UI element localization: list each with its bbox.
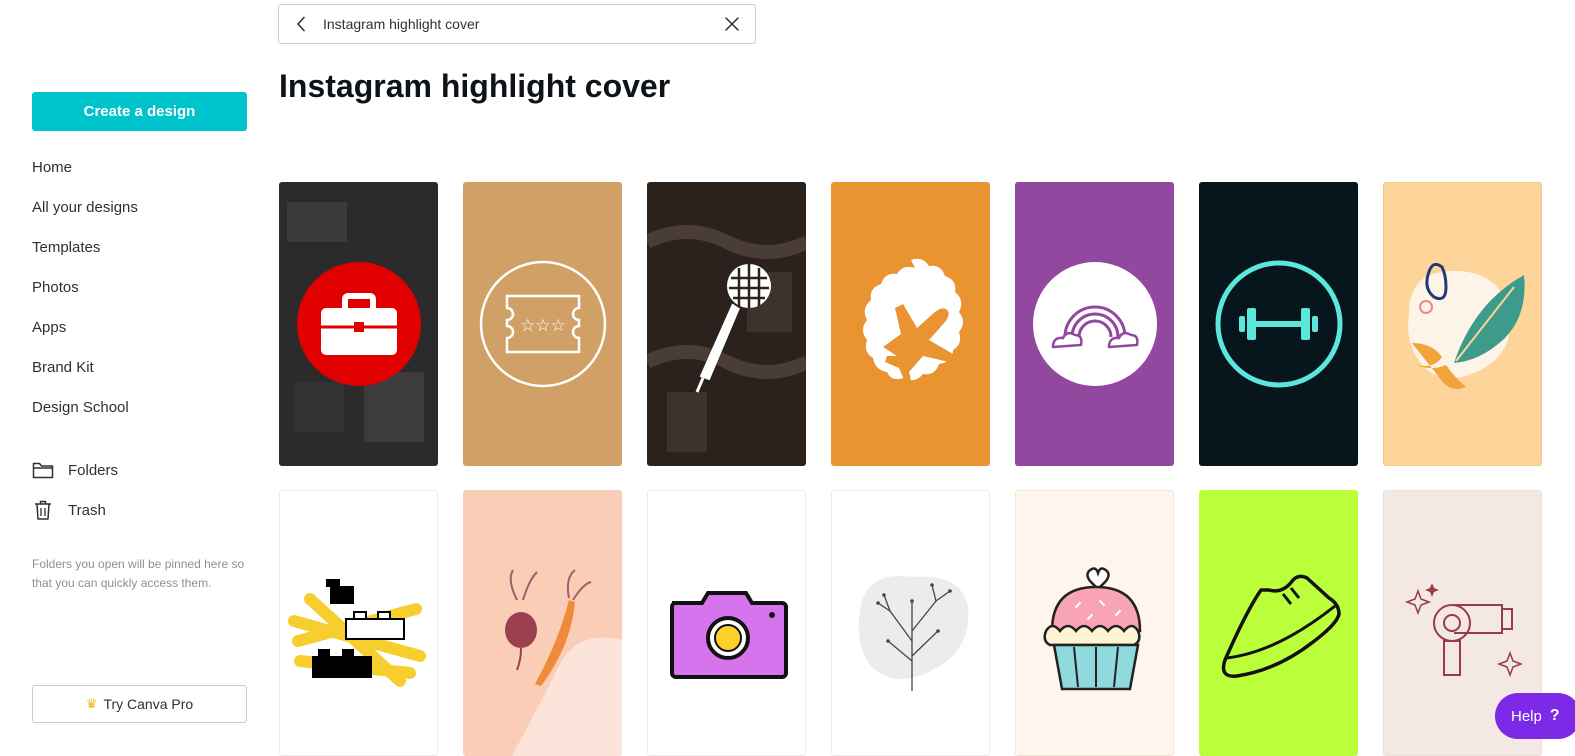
sidebar-item-photos[interactable]: Photos [32,267,138,307]
blocks-icon [280,491,437,755]
template-card[interactable] [647,490,806,756]
folders-hint: Folders you open will be pinned here so … [32,557,245,590]
microphone-icon [647,182,806,466]
plant-icon [832,491,989,755]
help-label: Help [1511,707,1542,725]
question-icon: ? [1549,707,1560,724]
sidebar-item-home[interactable]: Home [32,147,138,187]
template-card[interactable] [1199,490,1358,756]
template-card[interactable] [1199,182,1358,466]
template-card[interactable] [1015,182,1174,466]
vegetables-icon [463,490,622,756]
template-card[interactable] [831,490,990,756]
sidebar-item-apps[interactable]: Apps [32,307,138,347]
sidebar-item-design-school[interactable]: Design School [32,387,138,427]
template-card[interactable] [647,182,806,466]
sneaker-icon [1199,490,1358,756]
trash-label: Trash [68,501,106,519]
sidebar-item-all-designs[interactable]: All your designs [32,187,138,227]
sidebar-item-folders[interactable]: Folders [32,459,118,481]
search-bar [278,4,756,44]
crown-icon: ♛ [85,696,98,711]
template-card[interactable] [1383,182,1542,466]
sidebar-item-trash[interactable]: Trash [32,499,106,521]
sidebar: Create a design Home All your designs Te… [0,0,270,756]
briefcase-icon [279,182,438,466]
trash-icon [32,499,54,521]
svg-text:☆☆☆: ☆☆☆ [520,316,566,336]
help-button[interactable]: Help ? [1495,693,1575,739]
create-design-button[interactable]: Create a design [32,92,247,131]
back-arrow-icon[interactable] [279,5,323,43]
leaf-icon [1384,183,1541,465]
sidebar-nav: Home All your designs Templates Photos A… [32,147,138,427]
try-canva-pro-button[interactable]: ♛ Try Canva Pro [32,685,247,723]
template-card[interactable]: ☆☆☆ [463,182,622,466]
template-card[interactable] [831,182,990,466]
page-title: Instagram highlight cover [279,68,671,104]
template-card[interactable] [279,182,438,466]
folder-icon [32,459,54,481]
template-card[interactable] [279,490,438,756]
sidebar-item-templates[interactable]: Templates [32,227,138,267]
rainbow-icon [1015,182,1174,466]
camera-icon [648,491,805,755]
airplane-icon [831,182,990,466]
close-icon[interactable] [709,5,755,43]
search-input[interactable] [323,16,709,32]
dumbbell-icon [1199,182,1358,466]
folders-label: Folders [68,461,119,479]
try-canva-pro-label: Try Canva Pro [103,696,194,712]
ticket-icon: ☆☆☆ [463,182,622,466]
cupcake-icon [1016,491,1173,755]
template-card[interactable] [463,490,622,756]
sidebar-item-brand-kit[interactable]: Brand Kit [32,347,138,387]
template-card[interactable] [1015,490,1174,756]
